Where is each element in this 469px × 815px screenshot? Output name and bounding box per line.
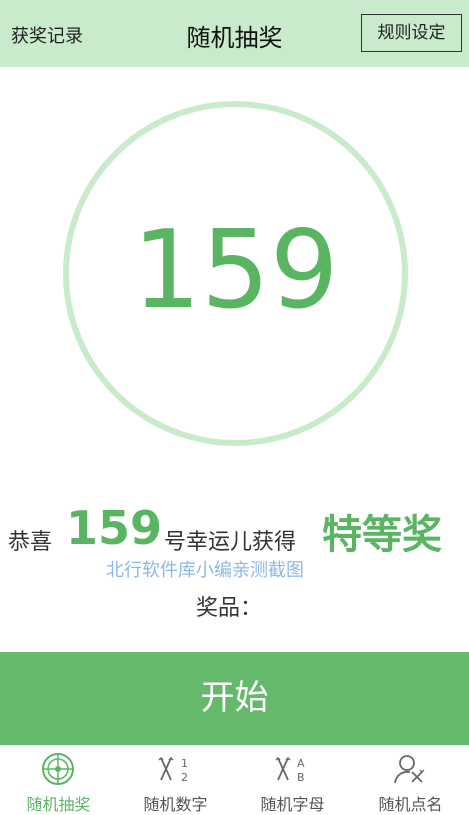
tab-label: 随机数字	[143, 795, 208, 814]
svg-text:A: A	[297, 757, 305, 770]
tab-label: 随机点名	[378, 795, 443, 814]
result-line: 恭喜 159 号幸运儿获得 特等奖	[8, 498, 468, 560]
start-button[interactable]: 开始	[0, 652, 469, 745]
wheel-icon	[42, 753, 74, 785]
tab-label: 随机字母	[260, 795, 325, 814]
result-suffix: 号幸运儿获得	[164, 530, 297, 555]
roll-call-icon	[394, 755, 425, 784]
svg-text:2: 2	[181, 771, 188, 784]
result-prize-level: 特等奖	[322, 512, 442, 558]
rules-settings-button[interactable]: 规则设定	[361, 14, 462, 52]
tab-random-letter[interactable]: A B 随机字母	[234, 746, 351, 815]
watermark-text: 北行软件库小编亲测截图	[106, 560, 304, 581]
tab-random-number[interactable]: 1 2 随机数字	[117, 746, 234, 815]
top-bar: 获奖记录 随机抽奖 规则设定	[0, 0, 469, 67]
random-letter-icon: A B	[275, 756, 305, 784]
svg-text:B: B	[297, 771, 305, 784]
tab-roll-call[interactable]: 随机点名	[352, 746, 469, 815]
bottom-tab-bar: 随机抽奖 1 2 随机数字 A B 随机字母 随机点名	[0, 745, 469, 815]
prize-label: 奖品：	[196, 596, 263, 621]
result-congrats: 恭喜	[8, 530, 53, 555]
draw-circle: 159	[63, 101, 408, 446]
drawn-number: 159	[132, 208, 339, 333]
svg-text:1: 1	[181, 757, 188, 770]
random-number-icon: 1 2	[158, 756, 188, 784]
start-button-label: 开始	[200, 679, 269, 717]
tab-random-draw[interactable]: 随机抽奖	[0, 746, 117, 815]
tab-label: 随机抽奖	[26, 795, 91, 814]
result-number: 159	[66, 501, 163, 555]
